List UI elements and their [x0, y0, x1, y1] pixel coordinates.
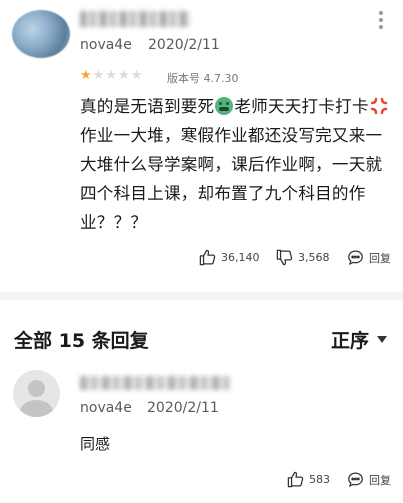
reply-user-name-blurred[interactable]	[80, 376, 230, 390]
star-empty-icon: ★	[130, 68, 143, 83]
star-empty-icon: ★	[117, 68, 130, 83]
like-button[interactable]: 36,140	[198, 248, 260, 267]
reply-content: 同感	[80, 435, 111, 453]
like-count: 36,140	[221, 251, 260, 264]
reply-device: nova4e	[80, 400, 132, 416]
star-empty-icon: ★	[105, 68, 117, 83]
comment-bubble-icon	[348, 250, 363, 265]
reviewer-name-blurred[interactable]	[80, 11, 190, 27]
sick-face-emoji-icon	[215, 97, 234, 115]
dislike-count: 3,568	[298, 251, 330, 264]
rating-stars: ★ ★ ★ ★ ★	[80, 69, 142, 82]
reply-date: 2020/2/11	[147, 400, 219, 416]
thumbs-down-icon	[276, 249, 293, 266]
app-version: 版本号 4.7.30	[167, 72, 239, 85]
anger-symbol-emoji-icon	[370, 97, 387, 115]
review-content: 真的是无语到要死 老师天天打卡打卡作业一大堆，寒假作业都还没写完又来一大堆什么导学…	[80, 92, 396, 237]
more-options-icon[interactable]	[369, 6, 393, 34]
reply-label: 回复	[369, 251, 391, 265]
reply-button[interactable]: 回复	[346, 248, 391, 267]
section-divider	[0, 292, 403, 300]
star-filled-icon: ★	[80, 68, 92, 83]
thumbs-up-icon	[287, 471, 304, 488]
sort-order-dropdown[interactable]: 正序	[331, 326, 388, 353]
sort-order-label: 正序	[331, 330, 370, 352]
review-date: 2020/2/11	[148, 37, 220, 53]
reply-reply-label: 回复	[369, 473, 391, 487]
review-text-part-1: 真的是无语到要死	[80, 97, 215, 116]
thumbs-up-icon	[199, 249, 216, 266]
star-empty-icon: ★	[92, 68, 105, 83]
reply-user-avatar[interactable]	[13, 370, 60, 417]
reply-reply-button[interactable]: 回复	[346, 470, 391, 489]
caret-down-icon	[377, 336, 388, 343]
reply-like-count: 583	[309, 473, 330, 486]
review-device: nova4e	[80, 37, 132, 53]
review-text-part-3: 作业一大堆，寒假作业都还没写完又来一大堆什么导学案啊，课后作业啊，一天就四个科目…	[80, 126, 383, 232]
review-text-part-2: 老师天天打卡打卡	[234, 97, 369, 116]
replies-count-heading: 全部 15 条回复	[14, 330, 149, 352]
dislike-button[interactable]: 3,568	[275, 248, 330, 267]
reviewer-avatar[interactable]	[12, 10, 70, 58]
comment-bubble-icon	[348, 472, 363, 487]
reply-like-button[interactable]: 583	[286, 470, 330, 489]
